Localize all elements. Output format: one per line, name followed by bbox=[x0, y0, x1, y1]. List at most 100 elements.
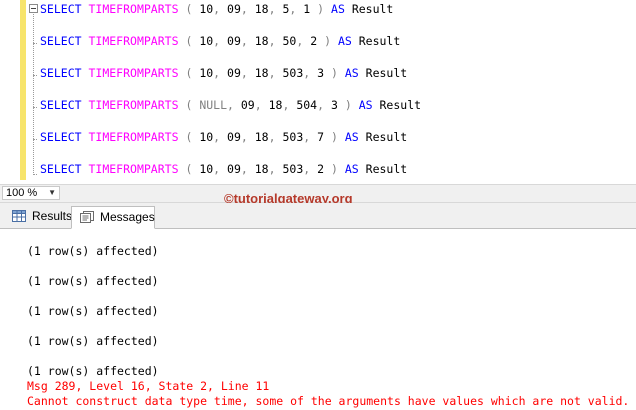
sql-keyword: SELECT bbox=[40, 66, 82, 80]
sql-keyword: SELECT bbox=[40, 34, 82, 48]
sql-paren: ( bbox=[185, 98, 193, 112]
sql-keyword: SELECT bbox=[40, 98, 82, 112]
sql-paren: ) bbox=[324, 34, 331, 48]
sql-arg: 2 bbox=[310, 34, 318, 48]
sql-arg: 09 bbox=[240, 98, 255, 112]
sql-function: TIMEFROMPARTS bbox=[88, 66, 179, 80]
sql-arg: 503 bbox=[282, 130, 304, 144]
query-editor[interactable]: SELECT TIMEFROMPARTS ( 10, 09, 18, 5, 1 … bbox=[0, 0, 636, 184]
sql-keyword: SELECT bbox=[40, 130, 82, 144]
sql-arg: 10 bbox=[199, 2, 214, 16]
sql-paren: ) bbox=[330, 66, 338, 80]
code-line[interactable]: SELECT TIMEFROMPARTS ( 10, 09, 18, 503, … bbox=[40, 65, 407, 81]
code-line[interactable]: SELECT TIMEFROMPARTS ( 10, 09, 18, 503, … bbox=[40, 129, 407, 145]
sql-keyword: SELECT bbox=[40, 162, 82, 176]
error-header: Msg 289, Level 16, State 2, Line 11 bbox=[27, 379, 270, 393]
sql-arg: 2 bbox=[317, 162, 325, 176]
change-tracking-bar bbox=[20, 0, 26, 180]
sql-alias: Result bbox=[358, 34, 401, 48]
results-tab-strip: Results Messages bbox=[0, 203, 636, 229]
tab-label: Results bbox=[32, 209, 73, 223]
grid-icon bbox=[12, 210, 26, 222]
sql-arg: 50 bbox=[282, 34, 297, 48]
tab-messages[interactable]: Messages bbox=[71, 206, 155, 229]
tab-label: Messages bbox=[100, 210, 155, 224]
sql-paren: ( bbox=[185, 34, 193, 48]
tab-results[interactable]: Results bbox=[4, 206, 73, 227]
sql-paren: ) bbox=[344, 98, 352, 112]
sql-paren: ( bbox=[185, 2, 193, 16]
sql-arg: 7 bbox=[317, 130, 325, 144]
sql-arg: 09 bbox=[227, 2, 241, 16]
outline-tick bbox=[33, 75, 37, 76]
sql-arg: 3 bbox=[317, 66, 325, 80]
sql-function: TIMEFROMPARTS bbox=[88, 130, 179, 144]
sql-keyword: AS bbox=[358, 98, 373, 112]
message-line: (1 row(s) affected) bbox=[27, 304, 159, 318]
sql-paren: ) bbox=[330, 162, 338, 176]
sql-keyword: AS bbox=[344, 162, 359, 176]
sql-arg: 503 bbox=[282, 66, 304, 80]
sql-paren: ( bbox=[185, 66, 193, 80]
sql-paren: ( bbox=[185, 130, 193, 144]
outline-tick bbox=[33, 139, 37, 140]
sql-arg: 09 bbox=[227, 66, 241, 80]
sql-arg: 18 bbox=[254, 34, 269, 48]
collapse-icon[interactable] bbox=[29, 4, 38, 13]
sql-alias: Result bbox=[379, 98, 422, 112]
sql-arg: 10 bbox=[199, 66, 214, 80]
sql-arg: 10 bbox=[199, 162, 214, 176]
message-line: (1 row(s) affected) bbox=[27, 364, 159, 378]
zoom-value: 100 % bbox=[6, 187, 38, 199]
message-line: (1 row(s) affected) bbox=[27, 274, 159, 288]
sql-arg: 18 bbox=[254, 66, 269, 80]
sql-arg: 09 bbox=[227, 162, 241, 176]
message-line: (1 row(s) affected) bbox=[27, 334, 159, 348]
sql-keyword: AS bbox=[337, 34, 352, 48]
sql-alias: Result bbox=[365, 162, 408, 176]
chevron-down-icon[interactable]: ▼ bbox=[48, 187, 56, 199]
sql-paren: ) bbox=[330, 130, 338, 144]
code-line[interactable]: SELECT TIMEFROMPARTS ( 10, 09, 18, 50, 2… bbox=[40, 33, 400, 49]
message-line: (1 row(s) affected) bbox=[27, 244, 159, 258]
sql-arg: 18 bbox=[254, 130, 269, 144]
code-line[interactable]: SELECT TIMEFROMPARTS ( NULL, 09, 18, 504… bbox=[40, 97, 421, 113]
sql-arg: 10 bbox=[199, 130, 214, 144]
sql-arg: 18 bbox=[268, 98, 283, 112]
ssms-query-window: SELECT TIMEFROMPARTS ( 10, 09, 18, 5, 1 … bbox=[0, 0, 636, 410]
sql-arg: 09 bbox=[227, 34, 241, 48]
editor-margin bbox=[0, 0, 20, 184]
sql-arg: 10 bbox=[199, 34, 214, 48]
zoom-dropdown[interactable]: 100 % ▼ bbox=[2, 186, 60, 200]
error-text: Cannot construct data type time, some of… bbox=[27, 394, 630, 408]
outline-tick bbox=[33, 43, 37, 44]
outline-tick bbox=[33, 107, 37, 108]
outline-guide bbox=[33, 5, 34, 175]
sql-arg: 503 bbox=[282, 162, 304, 176]
sql-function: TIMEFROMPARTS bbox=[88, 98, 179, 112]
sql-arg: 09 bbox=[227, 130, 241, 144]
sql-keyword: AS bbox=[344, 66, 359, 80]
sql-arg: 18 bbox=[254, 162, 269, 176]
sql-keyword: AS bbox=[344, 130, 359, 144]
sql-arg: 18 bbox=[254, 2, 269, 16]
sql-arg: 3 bbox=[330, 98, 338, 112]
sql-arg: 1 bbox=[303, 2, 311, 16]
sql-keyword: AS bbox=[331, 2, 345, 16]
messages-pane[interactable]: (1 row(s) affected) (1 row(s) affected) … bbox=[0, 229, 636, 410]
sql-keyword: SELECT bbox=[40, 2, 82, 16]
sql-function: TIMEFROMPARTS bbox=[88, 34, 179, 48]
sql-function: TIMEFROMPARTS bbox=[88, 162, 179, 176]
code-line[interactable]: SELECT TIMEFROMPARTS ( 10, 09, 18, 5, 1 … bbox=[40, 1, 393, 17]
sql-paren: ) bbox=[317, 2, 325, 16]
sql-paren: ( bbox=[185, 162, 193, 176]
sql-alias: Result bbox=[365, 66, 408, 80]
outline-tick bbox=[33, 174, 37, 175]
sql-alias: Result bbox=[365, 130, 408, 144]
sql-arg: 504 bbox=[296, 98, 318, 112]
sql-alias: Result bbox=[351, 2, 394, 16]
code-line[interactable]: SELECT TIMEFROMPARTS ( 10, 09, 18, 503, … bbox=[40, 161, 407, 177]
messages-icon bbox=[80, 211, 94, 223]
sql-null: NULL bbox=[199, 98, 228, 112]
sql-function: TIMEFROMPARTS bbox=[88, 2, 179, 16]
